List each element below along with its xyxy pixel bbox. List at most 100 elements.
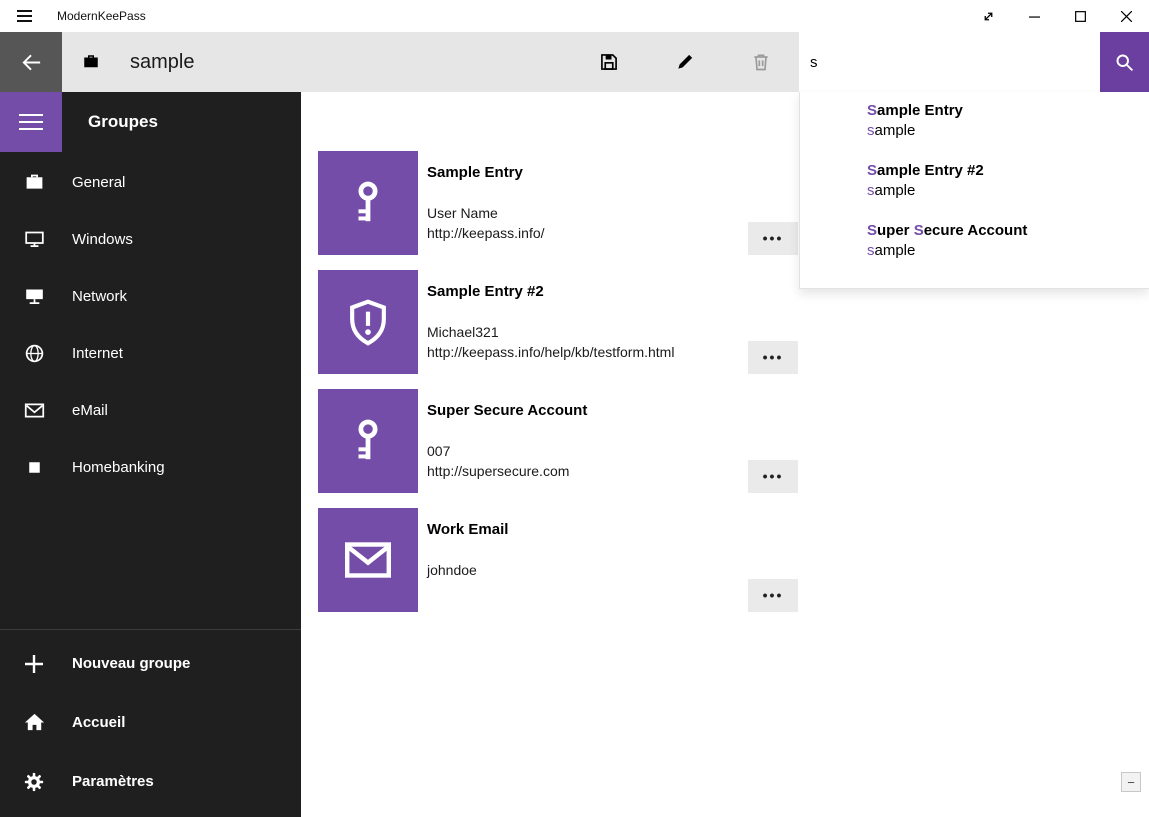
sidebar-item-windows[interactable]: Windows [0,211,301,268]
maximize-button[interactable] [1057,0,1103,32]
back-button[interactable] [0,32,62,92]
suggestion-subtitle: sample [867,121,1137,141]
suggestion-title: Super Secure Account [867,221,1137,241]
entry-title: Sample Entry #2 [427,282,674,302]
app-window: ModernKeePass sample [0,0,1149,817]
search-input-value: s [810,54,818,71]
search-suggestion[interactable]: Sample Entry sample [800,96,1149,156]
sidebar-header: Groupes [0,92,301,152]
entry-text: Sample Entry User Name http://keepass.in… [427,151,545,243]
settings-button[interactable]: Paramètres [0,752,301,811]
search-suggestion[interactable]: Sample Entry #2 sample [800,156,1149,216]
search-suggestion[interactable]: Super Secure Account sample [800,216,1149,276]
entry-tile[interactable] [318,270,418,374]
entry-text: Work Email johndoe [427,508,508,580]
more-button[interactable]: ••• [748,579,798,612]
search-icon [1114,52,1135,73]
entry-url: http://supersecure.com [427,461,587,481]
delete-button[interactable] [723,32,799,92]
hamburger-icon [19,114,43,130]
entry-username: 007 [427,441,587,461]
shield-icon [348,299,388,346]
sidebar-item-homebanking[interactable]: Homebanking [0,439,301,496]
gear-icon [22,770,46,794]
briefcase-icon [22,171,46,195]
entry-row: Super Secure Account 007 http://supersec… [318,389,798,493]
plus-icon [22,652,46,676]
close-button[interactable] [1103,0,1149,32]
nav-hamburger-button[interactable] [0,92,62,152]
sidebar-item-label: Homebanking [72,459,165,476]
mail-icon [345,542,391,578]
close-icon [1121,11,1132,22]
entry-username: johndoe [427,560,508,580]
more-button[interactable]: ••• [748,341,798,374]
back-arrow-icon [20,51,43,74]
key-icon [349,180,387,226]
sidebar-footer: Nouveau groupe Accueil [0,629,301,817]
globe-icon [22,342,46,366]
entry-title: Work Email [427,520,508,540]
sidebar-item-label: Paramètres [72,773,154,790]
more-button[interactable]: ••• [748,222,798,255]
groups-title: Groupes [88,112,158,132]
maximize-icon [1075,11,1086,22]
more-icon: ••• [763,587,784,603]
entry-tile[interactable] [318,389,418,493]
home-icon [22,711,46,735]
command-bar: sample s [0,32,1149,92]
sidebar-item-email[interactable]: eMail [0,382,301,439]
groups-sidebar: Groupes General Windows [0,92,301,817]
entry-username: User Name [427,203,545,223]
titlebar: ModernKeePass [0,0,1149,32]
titlebar-hamburger-icon[interactable] [0,0,48,32]
header-actions [571,32,799,92]
entry-title: Sample Entry [427,163,545,183]
zoom-out-button[interactable]: − [1121,772,1141,792]
sidebar-item-label: Accueil [72,714,125,731]
sidebar-item-network[interactable]: Network [0,268,301,325]
entry-username: Michael321 [427,322,674,342]
hamburger-icon [17,10,32,22]
entry-url: http://keepass.info/help/kb/testform.htm… [427,342,674,362]
more-button[interactable]: ••• [748,460,798,493]
suggestion-subtitle: sample [867,181,1137,201]
key-icon [349,418,387,464]
sidebar-item-general[interactable]: General [0,154,301,211]
sidebar-item-label: General [72,174,125,191]
minimize-icon [1029,11,1040,22]
sidebar-item-label: Internet [72,345,123,362]
suggestion-title: Sample Entry #2 [867,161,1137,181]
suggestion-title: Sample Entry [867,101,1137,121]
entry-row: Sample Entry User Name http://keepass.in… [318,151,798,255]
search-suggestions: Sample Entry sample Sample Entry #2 samp… [799,92,1149,289]
entry-text: Super Secure Account 007 http://supersec… [427,389,587,481]
save-icon [599,52,619,72]
minimize-button[interactable] [1011,0,1057,32]
entry-url: http://keepass.info/ [427,223,545,243]
fullscreen-button[interactable] [965,0,1011,32]
minus-icon: − [1127,775,1135,790]
entry-tile[interactable] [318,508,418,612]
sidebar-item-label: Network [72,288,127,305]
edit-button[interactable] [647,32,723,92]
entry-row: Work Email johndoe ••• [318,508,798,612]
window-controls [965,0,1149,32]
network-icon [22,285,46,309]
sidebar-item-label: Nouveau groupe [72,655,190,672]
database-icon [82,53,100,71]
home-button[interactable]: Accueil [0,693,301,752]
suggestion-subtitle: sample [867,241,1137,261]
entry-tile[interactable] [318,151,418,255]
search-button[interactable] [1100,32,1149,92]
entry-title: Super Secure Account [427,401,587,421]
database-title: sample [130,51,194,74]
search-input[interactable]: s [799,32,1100,92]
more-icon: ••• [763,230,784,246]
sidebar-item-internet[interactable]: Internet [0,325,301,382]
new-group-button[interactable]: Nouveau groupe [0,634,301,693]
more-icon: ••• [763,468,784,484]
save-button[interactable] [571,32,647,92]
square-icon [22,456,46,480]
trash-icon [751,52,771,72]
